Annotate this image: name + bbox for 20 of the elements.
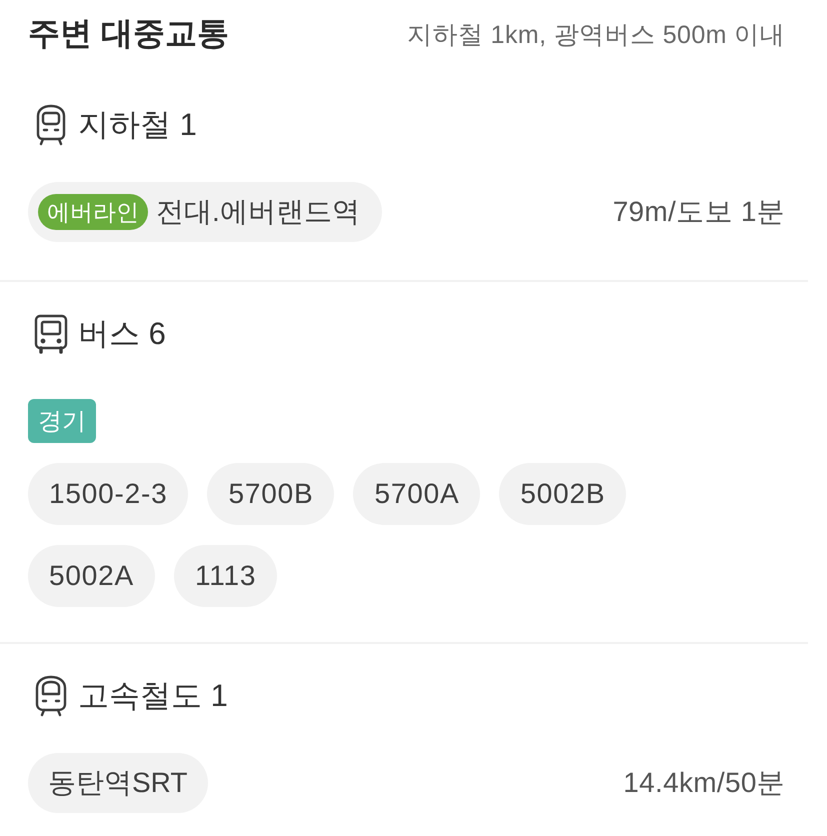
range-note: 지하철 1km, 광역버스 500m 이내 [407,20,785,50]
station-chip[interactable]: 동탄역SRT [28,753,208,813]
bus-route-chip[interactable]: 5700B [207,463,334,525]
bus-icon [32,313,70,355]
line-badge: 에버라인 [38,194,148,230]
category-title: 버스 6 [78,315,166,353]
bus-route-chip[interactable]: 5002A [28,545,155,607]
bus-route-chip[interactable]: 5002B [499,463,626,525]
station-chip[interactable]: 에버라인 전대.에버랜드역 [28,182,382,242]
bus-route-chip[interactable]: 5700A [353,463,480,525]
category-title: 고속철도 1 [78,677,228,715]
region-badge: 경기 [28,399,96,443]
distance-text: 79m/도보 1분 [612,195,785,229]
station-name: 동탄역SRT [48,766,188,800]
distance-text: 14.4km/50분 [623,766,785,800]
station-name: 전대.에버랜드역 [156,195,360,229]
category-title: 지하철 1 [78,106,197,144]
section-heading: 주변 대중교통 [28,14,229,53]
bus-route-chip[interactable]: 1500-2-3 [28,463,188,525]
bus-route-chip[interactable]: 1113 [174,545,278,607]
